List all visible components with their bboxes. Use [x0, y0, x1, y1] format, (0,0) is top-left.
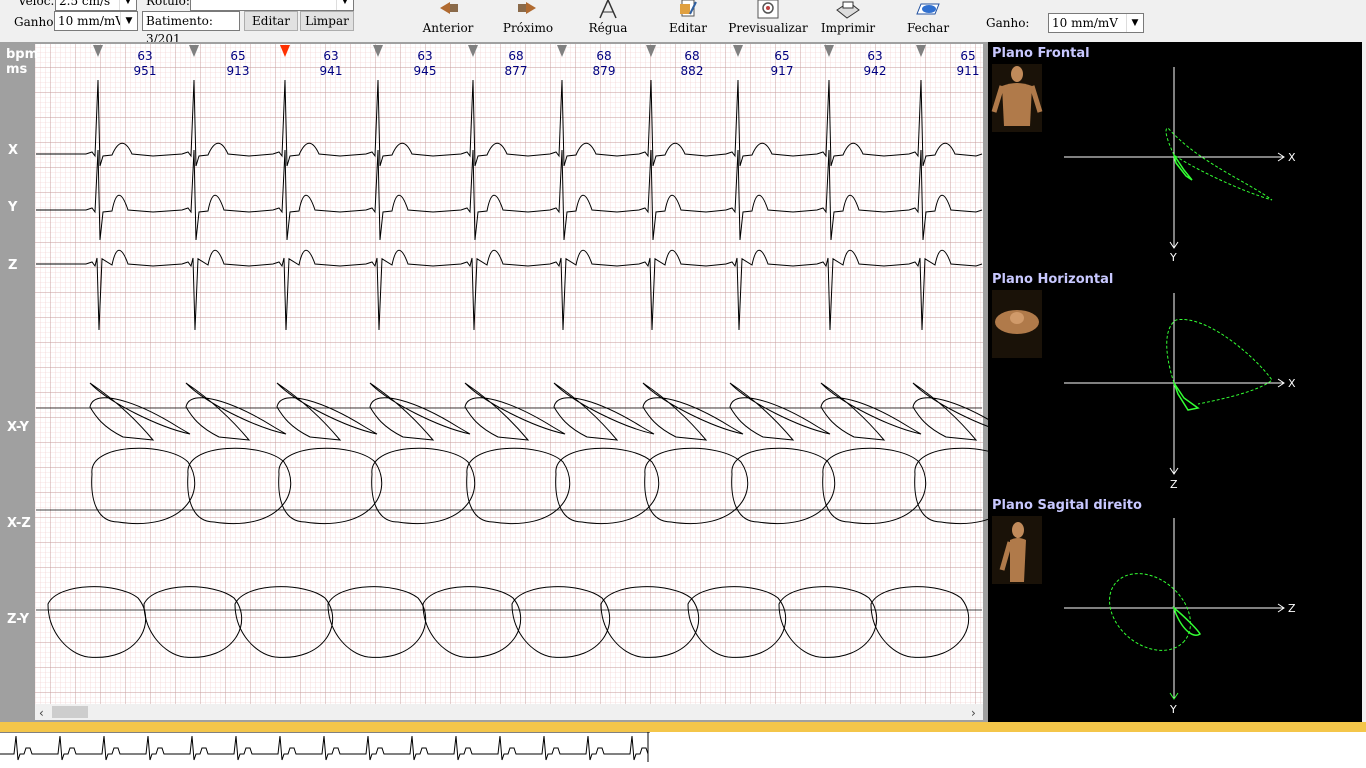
beat-bpm-label: 68 — [684, 49, 699, 63]
sagittal-axis-h-label: Z — [1288, 602, 1296, 615]
close-label: Fechar — [906, 21, 950, 35]
frontal-torso-icon — [991, 64, 1043, 132]
sagittal-plane-title: Plano Sagital direito — [992, 498, 1142, 513]
lead-y-label: Y — [7, 200, 18, 215]
edit-tool-label: Editar — [669, 21, 707, 35]
beat-ms-label: 879 — [593, 64, 616, 78]
close-button[interactable]: Fechar — [888, 0, 968, 35]
speed-value: 2.5 cm/s — [59, 0, 111, 8]
bpm-unit-label: bpm — [6, 47, 38, 62]
scrollbar-thumb[interactable] — [52, 706, 88, 718]
lead-x-label: X — [8, 143, 18, 158]
ecg-grid — [35, 44, 983, 704]
chevron-down-icon: ▼ — [120, 12, 137, 30]
preview-icon — [757, 0, 779, 19]
rotulo-label: Rótulo: — [146, 0, 190, 8]
beat-bpm-label: 65 — [774, 49, 789, 63]
beat-bpm-label: 63 — [323, 49, 338, 63]
beat-bpm-label: 63 — [417, 49, 432, 63]
clear-button[interactable]: Limpar — [300, 11, 354, 31]
chevron-down-icon: ▼ — [1126, 14, 1143, 32]
print-icon — [836, 1, 860, 19]
gain2-label: Ganho: — [986, 16, 1030, 30]
beat-ms-label: 951 — [134, 64, 157, 78]
edit-button[interactable]: Editar — [244, 11, 298, 31]
print-label: Imprimir — [820, 21, 876, 35]
gain-value: 10 mm/mV — [58, 14, 124, 28]
horizontal-axis-h-label: X — [1288, 377, 1296, 390]
beat-ms-label: 882 — [681, 64, 704, 78]
lead-xz-label: X-Z — [7, 516, 31, 531]
sagittal-axis-v-label: Y — [1169, 703, 1177, 716]
gain2-value: 10 mm/mV — [1052, 16, 1118, 30]
horizontal-torso-icon — [992, 290, 1042, 358]
next-label: Próximo — [502, 21, 554, 35]
scroll-right-icon[interactable]: › — [971, 706, 976, 720]
vcg-svg: Plano Frontal X Y Plano Horizontal X Z P… — [991, 46, 1296, 716]
frontal-plane-plot — [1064, 67, 1285, 249]
close-icon — [916, 3, 940, 15]
gain-label: Ganho: — [14, 15, 58, 29]
print-button[interactable]: Imprimir — [808, 0, 888, 35]
sagittal-plane-plot — [1064, 518, 1285, 700]
lead-zy-label: Z-Y — [7, 612, 30, 627]
ecg-panel: bpm ms X Y Z X-Y X-Z Z-Y 63 951 65 913 63 941… — [0, 42, 1019, 722]
horizontal-plane-title: Plano Horizontal — [992, 272, 1113, 287]
beat-ms-label: 917 — [771, 64, 794, 78]
gain2-select[interactable]: 10 mm/mV ▼ — [1048, 13, 1144, 33]
beat-bpm-label: 63 — [137, 49, 152, 63]
horizontal-plane-plot — [1064, 293, 1285, 475]
beat-bpm-label: 68 — [508, 49, 523, 63]
horizontal-scrollbar[interactable] — [35, 704, 983, 720]
next-button[interactable]: Próximo — [488, 0, 568, 35]
frontal-plane-title: Plano Frontal — [992, 46, 1090, 61]
edit-tool-button[interactable]: Editar — [648, 0, 728, 35]
rotulo-input[interactable]: ▼ — [190, 0, 354, 11]
ms-unit-label: ms — [6, 62, 28, 77]
ruler-label: Régua — [588, 21, 628, 35]
speed-select[interactable]: 2.5 cm/s ▼ — [55, 0, 137, 11]
beat-ms-label: 911 — [957, 64, 980, 78]
beat-bpm-label: 65 — [230, 49, 245, 63]
sagittal-torso-icon — [992, 516, 1042, 584]
preview-label: Previsualizar — [728, 21, 808, 35]
previous-button[interactable]: Anterior — [408, 0, 488, 35]
gain-select[interactable]: 10 mm/mV ▼ — [54, 11, 138, 31]
beat-ms-label: 942 — [864, 64, 887, 78]
beat-ms-label: 941 — [320, 64, 343, 78]
chevron-down-icon: ▼ — [336, 0, 353, 10]
previous-icon — [440, 2, 458, 14]
next-icon — [518, 2, 536, 14]
beat-counter: Batimento: 3/201 — [142, 11, 240, 46]
edit-icon — [680, 0, 697, 17]
frontal-axis-v-label: Y — [1169, 251, 1177, 264]
beat-bpm-label: 65 — [960, 49, 975, 63]
beat-ms-label: 945 — [414, 64, 437, 78]
window-frame-strip — [0, 722, 1366, 732]
vcg-panel: Plano Frontal X Y Plano Horizontal X Z P… — [988, 42, 1362, 722]
beat-bpm-label: 68 — [596, 49, 611, 63]
preview-button[interactable]: Previsualizar — [728, 0, 808, 35]
scroll-left-icon[interactable]: ‹ — [39, 706, 44, 720]
beat-ms-label: 877 — [505, 64, 528, 78]
ruler-button[interactable]: Régua — [568, 0, 648, 35]
lead-xy-label: X-Y — [7, 420, 29, 435]
ruler-compass-icon — [599, 0, 617, 19]
previous-label: Anterior — [422, 21, 474, 35]
toolbar: Veloc.: 2.5 cm/s ▼ Rótulo: ▼ Ganho: 10 mm… — [0, 0, 1366, 46]
overview-ecg-thumbnail — [0, 731, 650, 762]
beat-bpm-label: 63 — [867, 49, 882, 63]
ecg-svg: bpm ms X Y Z X-Y X-Z Z-Y 639516591363941… — [0, 42, 1019, 722]
chevron-down-icon: ▼ — [119, 0, 136, 10]
overview-strip[interactable] — [0, 731, 1366, 768]
horizontal-axis-v-label: Z — [1170, 478, 1178, 491]
frontal-axis-h-label: X — [1288, 151, 1296, 164]
speed-label: Veloc.: — [18, 0, 59, 8]
lead-z-label: Z — [8, 258, 17, 273]
beat-ms-label: 913 — [227, 64, 250, 78]
